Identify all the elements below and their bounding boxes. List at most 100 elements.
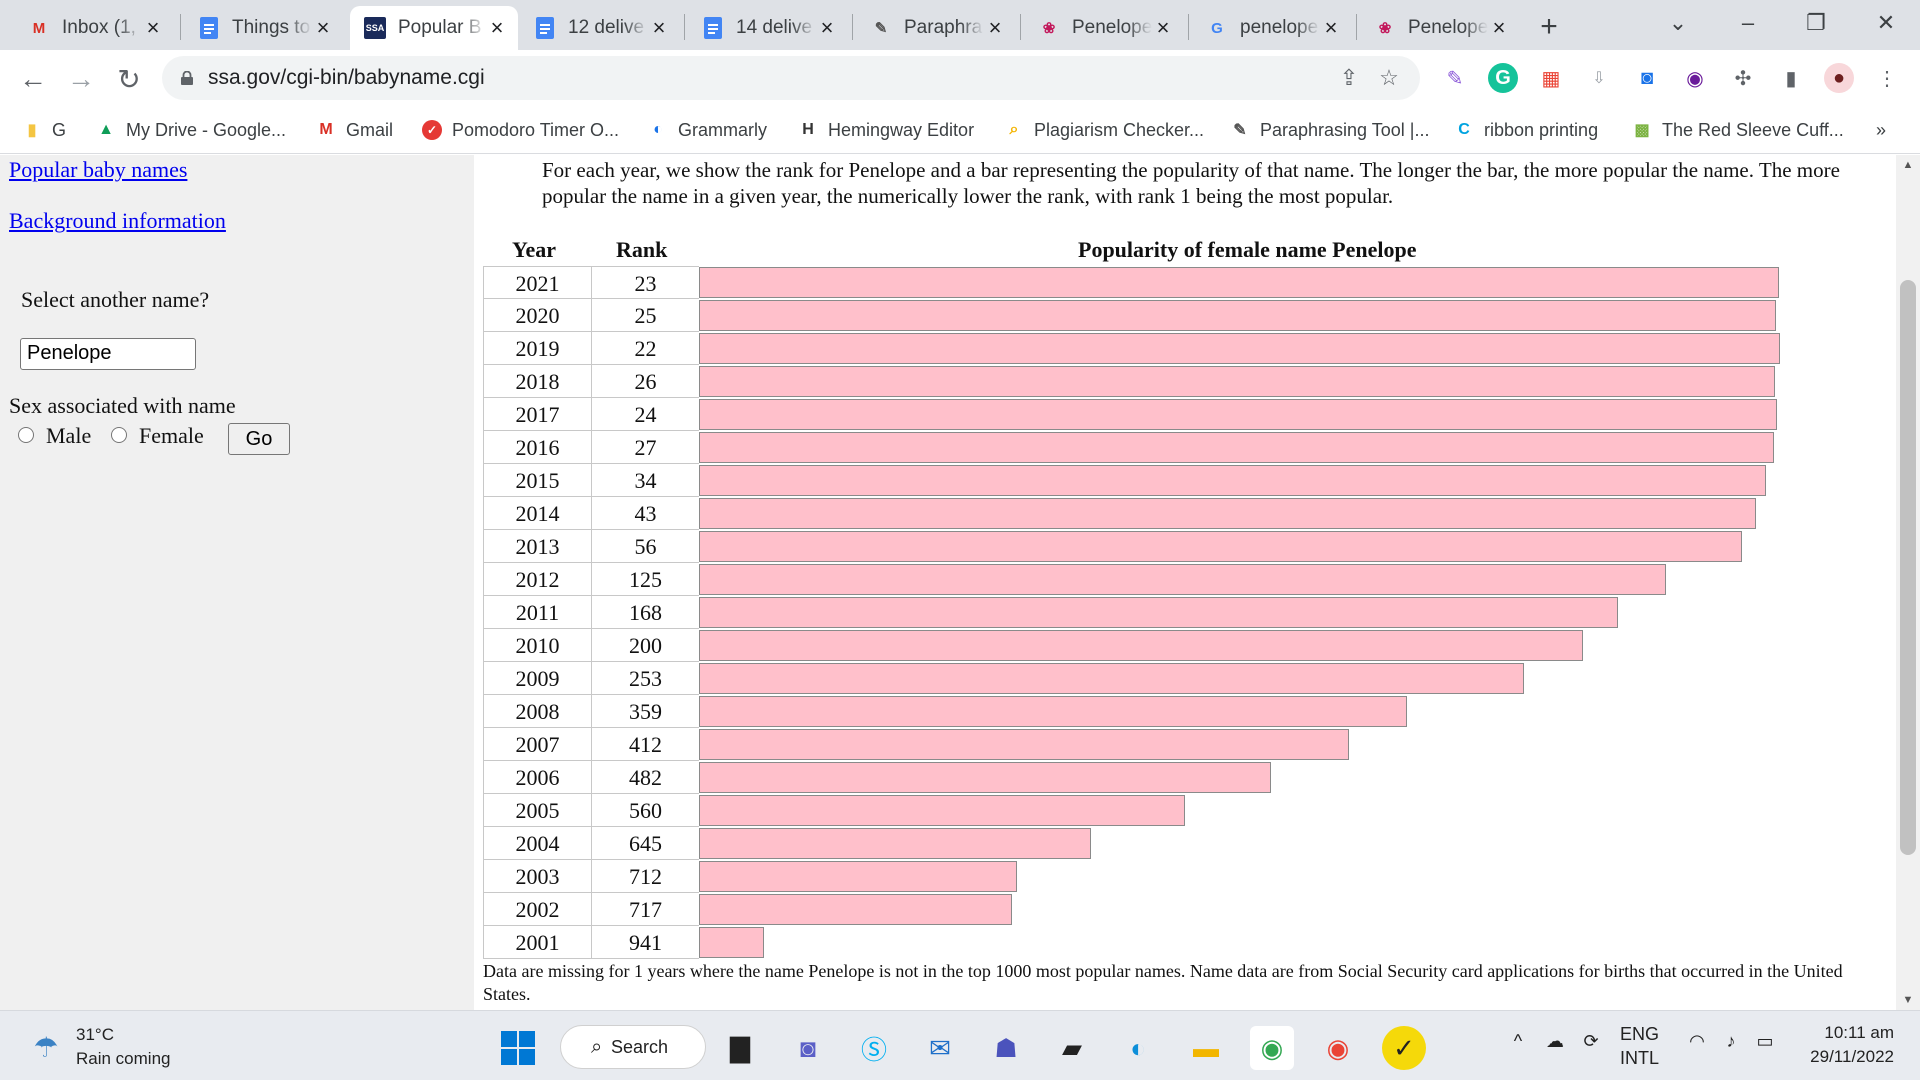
- close-window-icon[interactable]: ✕: [1866, 6, 1906, 40]
- tab-penelope-1[interactable]: ❀ Penelope ×: [1024, 6, 1184, 50]
- tab-things[interactable]: Things to ×: [184, 6, 344, 50]
- battery-icon[interactable]: ▭: [1752, 1031, 1778, 1052]
- camera-extension-icon[interactable]: ◉: [1680, 63, 1710, 93]
- scroll-up-icon[interactable]: ▲: [1896, 155, 1920, 175]
- bookmark-star-icon[interactable]: ☆: [1376, 65, 1402, 91]
- table-row: 2020 25: [483, 299, 699, 332]
- back-icon[interactable]: ←: [16, 62, 50, 96]
- bookmarks-overflow[interactable]: »: [1876, 114, 1886, 146]
- menu-kebab-icon[interactable]: ⋮: [1872, 63, 1902, 93]
- wifi-icon[interactable]: ◠: [1684, 1031, 1710, 1052]
- grammarly-extension-icon[interactable]: G: [1488, 63, 1518, 93]
- chrome-profile-2-icon[interactable]: ◉: [1316, 1026, 1360, 1070]
- bookmark-hemingway[interactable]: H Hemingway Editor: [798, 114, 974, 146]
- close-icon[interactable]: ×: [984, 15, 1006, 40]
- year-cell: 2014: [483, 497, 591, 530]
- share-icon[interactable]: ⇪: [1336, 65, 1362, 91]
- teams-icon[interactable]: ☗: [984, 1026, 1028, 1070]
- table-row: 2013 56: [483, 530, 699, 563]
- clock[interactable]: 10:11 am 29/11/2022: [1810, 1021, 1894, 1069]
- tab-12-deliverables[interactable]: 12 delive ×: [520, 6, 680, 50]
- mail-icon[interactable]: ✉: [918, 1026, 962, 1070]
- language-indicator[interactable]: ENG INTL: [1620, 1022, 1659, 1070]
- tab-gmail[interactable]: M Inbox (1, ×: [14, 6, 174, 50]
- bookmark-g-folder[interactable]: ▮ G: [22, 114, 66, 146]
- close-icon[interactable]: ×: [1320, 15, 1342, 40]
- forward-icon[interactable]: →: [64, 62, 98, 96]
- table-row: 2005 560: [483, 794, 699, 827]
- tab-paraphrase[interactable]: ✎ Paraphra ×: [856, 6, 1016, 50]
- bookmark-my-drive[interactable]: ▲ My Drive - Google...: [96, 114, 286, 146]
- start-windows-icon[interactable]: [496, 1026, 540, 1070]
- popularity-bar: [699, 927, 764, 958]
- bookmark-plagiarism[interactable]: ⌕ Plagiarism Checker...: [1004, 114, 1205, 146]
- ssa-icon: SSA: [364, 17, 386, 39]
- weather-widget[interactable]: ☂ 31°C Rain coming: [28, 1023, 170, 1071]
- chrome-profile-1-icon[interactable]: ◉: [1250, 1026, 1294, 1070]
- restore-icon[interactable]: ❐: [1796, 6, 1836, 40]
- file-explorer-icon[interactable]: ▬: [1184, 1026, 1228, 1070]
- tab-google-penelope[interactable]: G penelope ×: [1192, 6, 1352, 50]
- taskbar-search[interactable]: ⌕ Search: [560, 1025, 706, 1069]
- bookmark-red-sleeve[interactable]: ▩ The Red Sleeve Cuff...: [1632, 114, 1843, 146]
- tab-search-icon[interactable]: ⌄: [1658, 6, 1698, 40]
- bookmark-paraphrasing[interactable]: ✎ Paraphrasing Tool |...: [1230, 114, 1429, 146]
- google-icon: G: [1211, 19, 1223, 37]
- norton-icon[interactable]: ✓: [1382, 1026, 1426, 1070]
- bookmark-grammarly[interactable]: ◐ Grammarly: [648, 114, 767, 146]
- sync-icon[interactable]: ⟳: [1578, 1031, 1604, 1052]
- rank-cell: 56: [591, 530, 699, 563]
- tab-penelope-2[interactable]: ❀ Penelope ×: [1360, 6, 1520, 50]
- address-bar[interactable]: ssa.gov/cgi-bin/babyname.cgi ⇪ ☆: [162, 56, 1420, 100]
- new-tab-button[interactable]: +: [1532, 10, 1566, 44]
- rank-cell: 200: [591, 629, 699, 662]
- bookmark-gmail[interactable]: M Gmail: [316, 114, 393, 146]
- task-view-icon[interactable]: ▇: [718, 1026, 762, 1070]
- close-icon[interactable]: ×: [648, 15, 670, 40]
- tab-14-deliverables[interactable]: 14 delive ×: [688, 6, 848, 50]
- show-hidden-icons-icon[interactable]: ^: [1506, 1031, 1530, 1052]
- search-icon: ⌕: [591, 1035, 603, 1058]
- go-button[interactable]: Go: [228, 423, 290, 455]
- link-background-information[interactable]: Background information: [9, 208, 226, 234]
- tab-popular-baby-names[interactable]: SSA Popular B ×: [350, 6, 518, 50]
- close-icon[interactable]: ×: [142, 15, 164, 40]
- radio-male[interactable]: [18, 427, 34, 443]
- extensions-puzzle-icon[interactable]: ✣: [1728, 63, 1758, 93]
- download-extension-icon[interactable]: ⇩: [1584, 63, 1614, 93]
- volume-icon[interactable]: ♪: [1718, 1031, 1744, 1052]
- vertical-scrollbar[interactable]: ▲ ▼: [1896, 155, 1920, 1010]
- translate-extension-icon[interactable]: ▦: [1536, 63, 1566, 93]
- table-row: 2015 34: [483, 464, 699, 497]
- screen-capture-extension-icon[interactable]: ◙: [1632, 63, 1662, 93]
- url-text: ssa.gov/cgi-bin/babyname.cgi: [208, 66, 485, 89]
- close-icon[interactable]: ×: [1152, 15, 1174, 40]
- scroll-thumb[interactable]: [1900, 280, 1916, 855]
- side-panel-icon[interactable]: ▮: [1776, 63, 1806, 93]
- rank-cell: 482: [591, 761, 699, 794]
- reload-icon[interactable]: ↻: [112, 62, 146, 96]
- chat-icon[interactable]: ◙: [786, 1026, 830, 1070]
- profile-avatar[interactable]: ●: [1824, 63, 1854, 93]
- minimize-icon[interactable]: –: [1728, 6, 1768, 40]
- radio-female[interactable]: [111, 427, 127, 443]
- close-icon[interactable]: ×: [1488, 15, 1510, 40]
- edge-icon[interactable]: ◐: [1116, 1026, 1160, 1070]
- skype-icon[interactable]: Ⓢ: [852, 1026, 896, 1070]
- bookmark-image-icon: ▩: [1634, 122, 1650, 139]
- sticky-notes-icon[interactable]: ▰: [1050, 1026, 1094, 1070]
- year-cell: 2021: [483, 267, 591, 300]
- year-cell: 2012: [483, 563, 591, 596]
- close-icon[interactable]: ×: [816, 15, 838, 40]
- name-input[interactable]: Penelope: [20, 338, 196, 370]
- link-popular-baby-names[interactable]: Popular baby names: [9, 157, 187, 183]
- close-icon[interactable]: ×: [312, 15, 334, 40]
- close-icon[interactable]: ×: [486, 15, 508, 40]
- weather-temp: 31°C: [76, 1025, 114, 1044]
- onedrive-icon[interactable]: ☁: [1542, 1031, 1568, 1052]
- page-content: Popular baby names Background informatio…: [0, 155, 1896, 1010]
- bookmark-ribbon-printing[interactable]: Cribbon printing: [1454, 114, 1598, 146]
- scroll-down-icon[interactable]: ▼: [1896, 990, 1920, 1010]
- pen-extension-icon[interactable]: ✎: [1440, 63, 1470, 93]
- bookmark-pomodoro[interactable]: ✓ Pomodoro Timer O...: [422, 114, 619, 146]
